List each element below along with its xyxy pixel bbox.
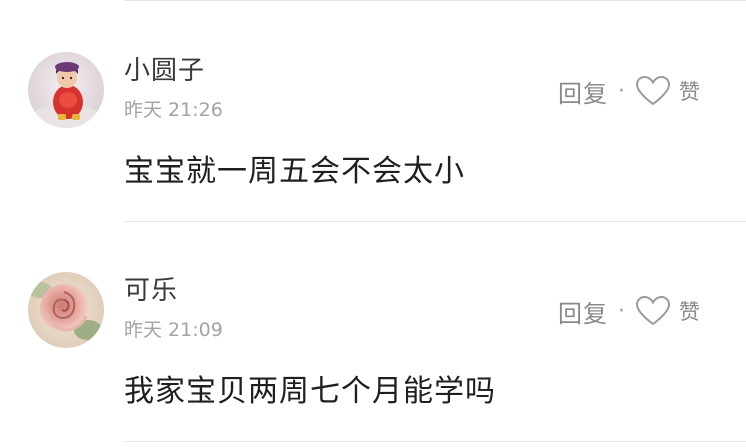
heart-icon[interactable]: [635, 295, 671, 327]
comment-text: 宝宝就一周五会不会太小: [124, 154, 465, 189]
action-separator: ·: [618, 298, 625, 324]
comment-time: 昨天 21:26: [124, 99, 223, 121]
user-avatar[interactable]: [28, 272, 104, 348]
like-button[interactable]: 赞: [679, 76, 700, 106]
like-button[interactable]: 赞: [679, 296, 700, 326]
user-avatar[interactable]: [28, 52, 104, 128]
rose-photo-avatar-icon: [28, 272, 104, 348]
comment-actions: 回复 · 赞: [558, 291, 700, 331]
comment-text: 我家宝贝两周七个月能学吗: [124, 374, 496, 409]
heart-icon[interactable]: [635, 75, 671, 107]
divider-bottom: [124, 441, 746, 442]
action-separator: ·: [618, 78, 625, 104]
comment-actions: 回复 · 赞: [558, 71, 700, 111]
divider-middle: [124, 221, 746, 222]
username[interactable]: 可乐: [124, 270, 178, 307]
reply-button[interactable]: 回复: [558, 294, 608, 329]
divider-top: [124, 0, 746, 1]
comment-time: 昨天 21:09: [124, 319, 223, 341]
username[interactable]: 小圆子: [124, 50, 205, 87]
reply-button[interactable]: 回复: [558, 74, 608, 109]
baby-photo-avatar-icon: [28, 52, 104, 128]
